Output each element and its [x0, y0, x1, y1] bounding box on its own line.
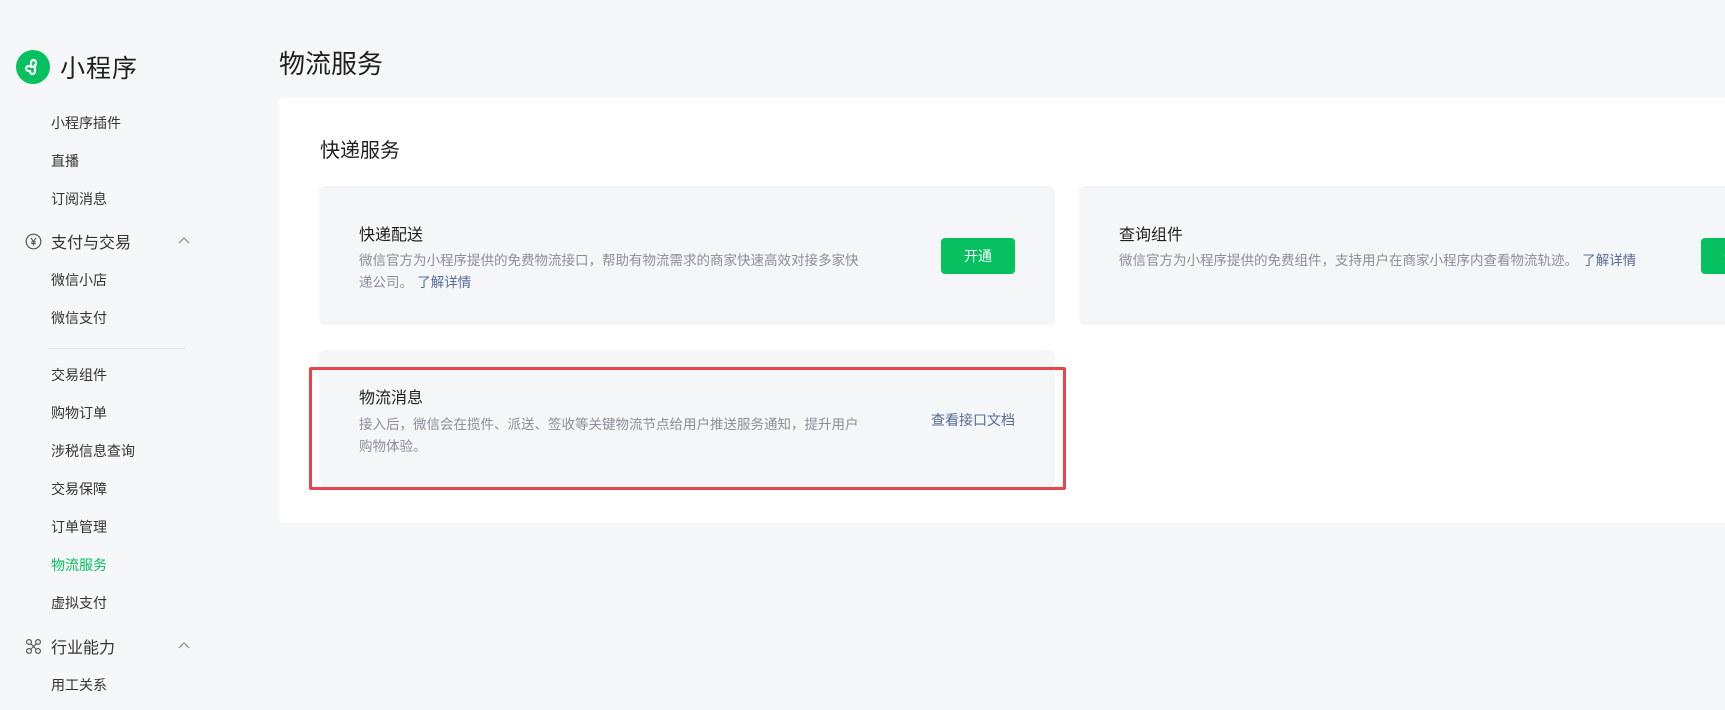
sidebar-group-payment[interactable]: 支付与交易 [24, 229, 192, 253]
yen-circle-icon [24, 232, 42, 250]
learn-more-link[interactable]: 了解详情 [1582, 253, 1636, 269]
sidebar-item-trade-component[interactable]: 交易组件 [51, 366, 107, 386]
sidebar-item-plugins[interactable]: 小程序插件 [51, 114, 121, 134]
sidebar-group-industry[interactable]: 行业能力 [24, 634, 192, 658]
highlight-box [309, 367, 1066, 490]
open-express-delivery-button[interactable]: 开通 [941, 238, 1015, 274]
card-title: 快递配送 [359, 225, 424, 244]
open-query-component-button[interactable]: 开通 [1701, 238, 1725, 274]
brand[interactable]: 小程序 [16, 47, 138, 87]
sidebar-item-subscribe-messages[interactable]: 订阅消息 [51, 190, 107, 210]
sidebar-item-tax-info-query[interactable]: 涉税信息查询 [51, 442, 135, 462]
sidebar-item-employment-relations[interactable]: 用工关系 [51, 676, 107, 696]
chevron-up-icon [176, 638, 192, 654]
sidebar-item-virtual-payment[interactable]: 虚拟支付 [51, 594, 107, 614]
sidebar: 小程序 小程序插件 直播 订阅消息 支付与交易 微信小店 微信支付 交易组件 购… [0, 0, 210, 710]
card-title: 查询组件 [1119, 225, 1184, 244]
card-description: 微信官方为小程序提供的免费物流接口，帮助有物流需求的商家快速高效对接多家快递公司… [359, 250, 871, 294]
card-description-text: 微信官方为小程序提供的免费组件，支持用户在商家小程序内查看物流轨迹。 [1119, 253, 1578, 269]
brand-name: 小程序 [60, 54, 139, 83]
learn-more-link[interactable]: 了解详情 [417, 275, 471, 291]
sidebar-item-trade-guarantee[interactable]: 交易保障 [51, 480, 107, 500]
sidebar-item-wechat-pay[interactable]: 微信支付 [51, 309, 107, 329]
card-description: 微信官方为小程序提供的免费组件，支持用户在商家小程序内查看物流轨迹。 了解详情 [1119, 250, 1637, 272]
sidebar-item-order-management[interactable]: 订单管理 [51, 518, 107, 538]
sidebar-item-shopping-orders[interactable]: 购物订单 [51, 404, 107, 424]
sidebar-item-live[interactable]: 直播 [51, 152, 79, 172]
sidebar-group-label: 行业能力 [51, 638, 116, 657]
industry-nodes-icon [24, 637, 42, 655]
sidebar-item-logistics-service[interactable]: 物流服务 [51, 556, 107, 576]
sidebar-group-label: 支付与交易 [51, 233, 132, 252]
section-title: 快递服务 [320, 138, 400, 162]
sidebar-item-wechat-shop[interactable]: 微信小店 [51, 271, 107, 291]
miniprogram-logo-icon [16, 50, 50, 84]
sidebar-divider [48, 348, 185, 349]
page-title: 物流服务 [279, 50, 384, 80]
chevron-up-icon [176, 233, 192, 249]
